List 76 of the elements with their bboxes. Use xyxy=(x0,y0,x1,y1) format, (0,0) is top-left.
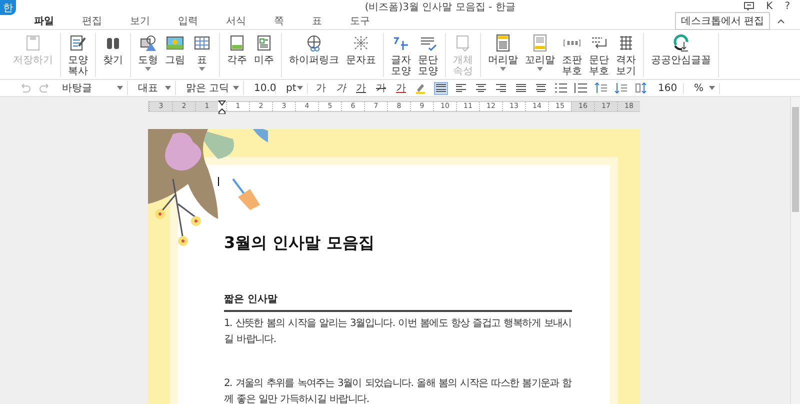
underline-button[interactable]: 가 xyxy=(354,81,368,95)
ribbon-button[interactable]: 격자 보기 xyxy=(613,33,639,77)
highlighter-icon[interactable] xyxy=(414,82,428,94)
caret-icon[interactable] xyxy=(709,86,715,90)
caret-icon[interactable] xyxy=(165,86,171,90)
style-dropdown[interactable]: 바탕글 xyxy=(58,81,128,95)
ribbon-button[interactable]: 공공안심글꼴 xyxy=(648,33,714,77)
menu-tab[interactable]: 서식 xyxy=(212,14,260,28)
ribbon-button[interactable]: 그림 xyxy=(162,33,188,77)
bold-button[interactable]: 가 xyxy=(314,81,328,95)
edit-in-desktop-button[interactable]: 데스크톱에서 편집 xyxy=(674,12,770,30)
color-button[interactable]: 가 xyxy=(394,81,408,95)
numbered-list-icon[interactable] xyxy=(574,82,588,94)
font-download-icon xyxy=(671,33,691,53)
caret-icon[interactable] xyxy=(117,86,123,90)
menu-tab[interactable]: 편집 xyxy=(68,14,116,28)
symbol-icon xyxy=(351,33,371,53)
align-justify-button[interactable] xyxy=(434,82,448,94)
indent-marker-icon[interactable] xyxy=(218,100,226,114)
account-button[interactable]: K xyxy=(766,1,773,12)
menu-tab[interactable]: 표 xyxy=(298,14,336,28)
document-title: 3월의 인사말 모음집 xyxy=(224,233,376,254)
menu-tab[interactable]: 파일 xyxy=(20,14,68,28)
ribbon-button[interactable]: 도형 xyxy=(135,33,161,77)
font-dropdown[interactable]: 맑은 고딕 xyxy=(182,81,244,95)
language-dropdown[interactable]: 대표 xyxy=(134,81,176,95)
ribbon-button[interactable]: 문단 부호 xyxy=(586,33,612,77)
unit-dropdown[interactable]: pt xyxy=(282,82,308,94)
menu-tab[interactable]: 입력 xyxy=(164,14,212,28)
caret-icon[interactable] xyxy=(297,86,303,90)
align-distribute-button[interactable] xyxy=(514,82,528,94)
align-right-button[interactable] xyxy=(494,82,508,94)
app-logo[interactable]: 한 xyxy=(0,0,16,15)
menu-tab[interactable]: 쪽 xyxy=(260,14,298,28)
ribbon-button[interactable]: 문자표 xyxy=(343,33,379,77)
caret-icon[interactable] xyxy=(233,86,239,90)
scrollbar[interactable] xyxy=(790,97,800,404)
caret-icon[interactable] xyxy=(145,67,151,71)
menu-tab[interactable]: 도구 xyxy=(336,14,384,28)
help-button[interactable]: ? xyxy=(784,1,790,12)
align-left-button[interactable] xyxy=(454,82,468,94)
format-copy-icon xyxy=(68,33,88,53)
ribbon-button[interactable]: 머리말 xyxy=(485,33,521,77)
increase-spacing-icon[interactable] xyxy=(594,82,608,94)
ribbon-button[interactable]: 하이퍼링크 xyxy=(286,33,342,77)
window-title: (비즈폼)3월 인사말 모음집 - 한글 xyxy=(364,0,516,14)
line-spacing-icon[interactable] xyxy=(634,82,648,94)
shape-icon xyxy=(138,33,158,53)
section-heading: 짧은 인사말 xyxy=(224,292,572,312)
line-spacing-unit-dropdown[interactable]: % xyxy=(690,82,720,94)
ribbon-button[interactable]: 글자 모양 xyxy=(388,33,414,77)
scrollbar-thumb[interactable] xyxy=(792,107,799,212)
ribbon-button[interactable]: 찾기 xyxy=(100,33,126,77)
comment-icon[interactable] xyxy=(744,2,754,11)
ribbon-button[interactable]: 조판 부호 xyxy=(559,33,585,77)
decrease-spacing-icon[interactable] xyxy=(614,82,628,94)
align-center-button[interactable] xyxy=(474,82,488,94)
ribbon-button[interactable]: 꼬리말 xyxy=(522,33,558,77)
bullet-list-icon[interactable] xyxy=(554,82,568,94)
align-split-button[interactable] xyxy=(534,82,548,94)
menu-tab[interactable]: 보기 xyxy=(116,14,164,28)
ribbon-button[interactable]: 표 xyxy=(189,33,215,77)
line-spacing-field[interactable]: 160 xyxy=(654,82,684,94)
caret-icon[interactable] xyxy=(537,67,543,71)
ribbon-button[interactable]: 미주 xyxy=(251,33,277,77)
ribbon-button[interactable]: 각주 xyxy=(224,33,250,77)
caret-icon[interactable] xyxy=(500,67,506,71)
caret-icon[interactable] xyxy=(199,67,205,71)
italic-button[interactable]: 가 xyxy=(334,81,348,95)
font-size-field[interactable]: 10.0 xyxy=(250,82,276,94)
strike-button[interactable]: 가 xyxy=(374,81,388,95)
ribbon-button[interactable]: 문단 모양 xyxy=(415,33,441,77)
paragraph: 1. 산뜻한 봄의 시작을 알리는 3월입니다. 이번 봄에도 항상 즐겁고 행복하게 보내시길 바랍니다. xyxy=(224,317,572,347)
paragraph: 2. 겨울의 추위를 녹여주는 3월이 되었습니다. 올해 봄의 시작은 따스한 봄기운과 함께 좋은 일만 가득하시길 바랍니다. xyxy=(224,377,572,404)
text-cursor xyxy=(218,177,219,186)
ribbon-button[interactable]: 모양 복사 xyxy=(65,33,91,77)
